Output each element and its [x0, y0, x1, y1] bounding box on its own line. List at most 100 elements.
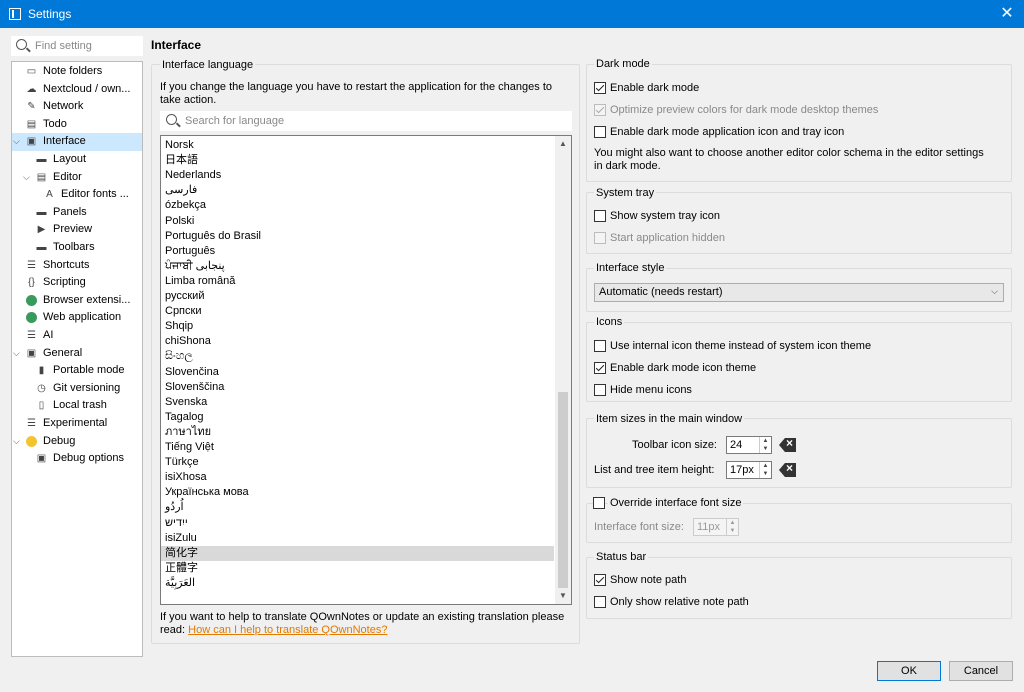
spin-arrows-icon[interactable]: ▲ ▼ [726, 519, 738, 535]
language-item[interactable]: Türkçe [161, 455, 554, 470]
expand-arrow-icon[interactable]: ⌵ [13, 133, 23, 151]
language-item[interactable]: 简化字 [161, 545, 554, 561]
enable-dark-mode-checkbox[interactable] [594, 82, 606, 94]
show-note-path-checkbox[interactable] [594, 574, 606, 586]
language-item[interactable]: Slovenčina [161, 365, 554, 380]
optimize-preview-colors-label[interactable]: Optimize preview colors for dark mode de… [610, 104, 878, 117]
language-item[interactable]: ਪੰਜਾਬੀ پنجابی [161, 259, 554, 274]
language-item[interactable]: isiXhosa [161, 470, 554, 485]
sidebar-item[interactable]: ☁ Nextcloud / own... [12, 81, 142, 99]
sidebar-item[interactable]: ⌵ ▣ General [12, 345, 142, 363]
translate-help-link[interactable]: How can I help to translate QOwnNotes? [188, 624, 387, 636]
expand-arrow-icon[interactable]: ⌵ [13, 345, 23, 363]
sidebar-item[interactable]: ▭ Note folders [12, 63, 142, 81]
sidebar-item[interactable]: ⌵ Debug [12, 433, 142, 451]
sidebar-item[interactable]: ▬ Layout [12, 151, 142, 169]
spin-arrows-icon[interactable]: ▲ ▼ [759, 437, 771, 453]
dark-icon-theme-checkbox[interactable] [594, 362, 606, 374]
enable-dark-mode-label[interactable]: Enable dark mode [610, 82, 699, 95]
sidebar-item[interactable]: ▬ Toolbars [12, 239, 142, 257]
scroll-thumb[interactable] [558, 392, 568, 588]
sidebar-item[interactable]: ☰ Shortcuts [12, 257, 142, 275]
find-setting-field[interactable] [11, 36, 143, 56]
sidebar-item[interactable]: ☰ AI [12, 327, 142, 345]
relative-note-path-checkbox[interactable] [594, 596, 606, 608]
expand-arrow-icon[interactable]: ⌵ [23, 169, 33, 187]
language-item[interactable]: فارسی [161, 183, 554, 198]
language-list-scrollbar[interactable]: ▲ ▼ [555, 136, 571, 604]
ok-button[interactable]: OK [877, 661, 941, 681]
sidebar-item[interactable]: ▯ Local trash [12, 397, 142, 415]
language-item[interactable]: Português [161, 244, 554, 259]
find-setting-input[interactable] [35, 38, 139, 54]
language-item[interactable]: Norsk [161, 138, 554, 153]
language-item[interactable]: Limba română [161, 274, 554, 289]
sidebar-item[interactable]: ✎ Network [12, 98, 142, 116]
language-item[interactable]: اُردُو [161, 500, 554, 515]
sidebar-item[interactable]: ▤ Todo [12, 116, 142, 134]
language-item[interactable]: ózbekça [161, 198, 554, 213]
interface-style-select[interactable]: Automatic (needs restart) ⌵ [594, 283, 1004, 302]
show-note-path-label[interactable]: Show note path [610, 574, 686, 587]
override-font-size-checkbox[interactable] [593, 497, 605, 509]
toolbar-icon-size-spinbox[interactable]: 24 ▲ ▼ [726, 436, 772, 454]
language-item[interactable]: Português do Brasil [161, 229, 554, 244]
language-item[interactable]: Shqip [161, 319, 554, 334]
interface-font-size-spinbox[interactable]: 11px ▲ ▼ [693, 518, 739, 536]
start-hidden-label[interactable]: Start application hidden [610, 232, 725, 245]
sidebar-item[interactable]: ⌵ ▤ Editor [12, 169, 142, 187]
dark-tray-icon-label[interactable]: Enable dark mode application icon and tr… [610, 126, 844, 139]
show-tray-icon-checkbox[interactable] [594, 210, 606, 222]
sidebar-item[interactable]: ▶ Preview [12, 221, 142, 239]
sidebar-item[interactable]: ☰ Experimental [12, 415, 142, 433]
language-item[interactable]: العَرَبِيَّة [161, 576, 554, 591]
optimize-preview-colors-checkbox[interactable] [594, 104, 606, 116]
language-item[interactable]: 日本語 [161, 153, 554, 168]
hide-menu-icons-checkbox[interactable] [594, 384, 606, 396]
language-item[interactable]: Українська мова [161, 485, 554, 500]
sidebar-item[interactable]: Web application [12, 309, 142, 327]
start-hidden-checkbox[interactable] [594, 232, 606, 244]
language-item[interactable]: ייִדיש [161, 516, 554, 531]
cancel-button[interactable]: Cancel [949, 661, 1013, 681]
scroll-down-arrow-icon[interactable]: ▼ [555, 588, 571, 604]
language-item[interactable]: Nederlands [161, 168, 554, 183]
language-item[interactable]: Slovenščina [161, 380, 554, 395]
sidebar-item[interactable]: ▮ Portable mode [12, 362, 142, 380]
spin-arrows-icon[interactable]: ▲ ▼ [759, 462, 771, 478]
sidebar-item[interactable]: ◷ Git versioning [12, 380, 142, 398]
sidebar-item[interactable]: ▣ Debug options [12, 450, 142, 468]
override-font-size-label[interactable]: Override interface font size [608, 497, 744, 509]
language-search-field[interactable] [160, 111, 572, 131]
sidebar-item-label: Shortcuts [43, 258, 90, 271]
relative-note-path-label[interactable]: Only show relative note path [610, 596, 749, 609]
language-list[interactable]: ▲ ▼ Norsk 日本語 Nederlands فارسی ózbekça Polski… [160, 135, 572, 605]
dark-icon-theme-label[interactable]: Enable dark mode icon theme [610, 362, 756, 375]
sidebar-item[interactable]: ▬ Panels [12, 204, 142, 222]
language-item[interactable]: isiZulu [161, 531, 554, 546]
show-tray-icon-label[interactable]: Show system tray icon [610, 210, 720, 223]
language-item[interactable]: Српски [161, 304, 554, 319]
language-item[interactable]: ภาษาไทย [161, 425, 554, 440]
sidebar-item[interactable]: Browser extensi... [12, 292, 142, 310]
language-item[interactable]: Tiếng Việt [161, 440, 554, 455]
dark-tray-icon-checkbox[interactable] [594, 126, 606, 138]
sidebar-item[interactable]: A Editor fonts ... [12, 186, 142, 204]
language-item[interactable]: Tagalog [161, 410, 554, 425]
language-item[interactable]: Polski [161, 214, 554, 229]
language-item[interactable]: සිංහල [161, 349, 554, 364]
internal-icon-theme-label[interactable]: Use internal icon theme instead of syste… [610, 340, 871, 353]
sidebar-item[interactable]: ⌵ ▣ Interface [12, 133, 142, 151]
language-item[interactable]: chiShona [161, 334, 554, 349]
scroll-up-arrow-icon[interactable]: ▲ [555, 136, 571, 152]
close-icon[interactable]: ✕ [990, 0, 1024, 28]
internal-icon-theme-checkbox[interactable] [594, 340, 606, 352]
sidebar-item[interactable]: {} Scripting [12, 274, 142, 292]
language-item[interactable]: русский [161, 289, 554, 304]
list-item-height-spinbox[interactable]: 17px ▲ ▼ [726, 461, 772, 479]
expand-arrow-icon[interactable]: ⌵ [13, 433, 23, 451]
language-item[interactable]: Svenska [161, 395, 554, 410]
hide-menu-icons-label[interactable]: Hide menu icons [610, 384, 692, 397]
language-search-input[interactable] [185, 113, 565, 129]
language-item[interactable]: 正體字 [161, 561, 554, 576]
